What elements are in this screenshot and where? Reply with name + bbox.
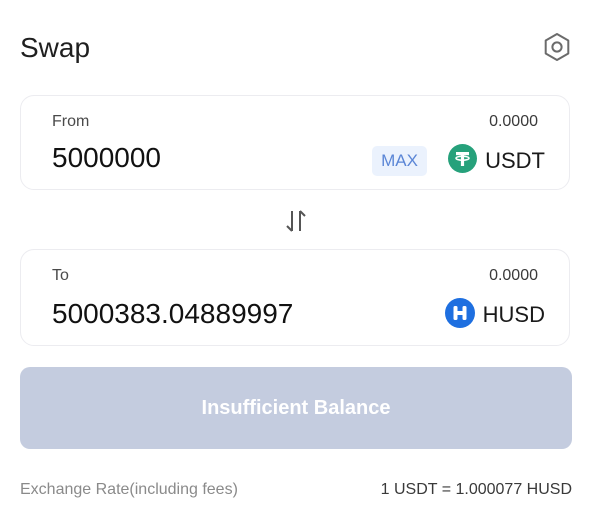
from-balance: 0.0000 [489,113,538,130]
to-amount-input[interactable] [52,298,372,330]
from-label: From [52,113,90,130]
to-balance: 0.0000 [489,267,538,284]
swap-arrows-icon[interactable] [284,207,308,235]
page-title: Swap [20,32,91,63]
to-token-symbol: HUSD [482,302,545,327]
gear-icon[interactable] [542,32,572,62]
from-amount-input[interactable] [52,142,372,174]
to-panel: To 0.0000 HUSD [20,249,570,346]
exchange-rate-value: 1 USDT = 1.000077 HUSD [380,481,572,498]
insufficient-balance-button[interactable]: Insufficient Balance [20,367,572,449]
from-panel: From 0.0000 MAX USDT [20,95,570,190]
exchange-rate-label: Exchange Rate(including fees) [20,481,238,498]
swap-header: Swap [20,28,572,68]
from-token-selector[interactable]: USDT [448,144,545,178]
to-label: To [52,267,69,284]
max-button[interactable]: MAX [372,146,427,176]
usdt-token-icon [448,144,478,178]
from-token-symbol: USDT [485,148,545,173]
husd-token-icon [444,297,475,333]
to-token-selector[interactable]: HUSD [444,297,545,333]
